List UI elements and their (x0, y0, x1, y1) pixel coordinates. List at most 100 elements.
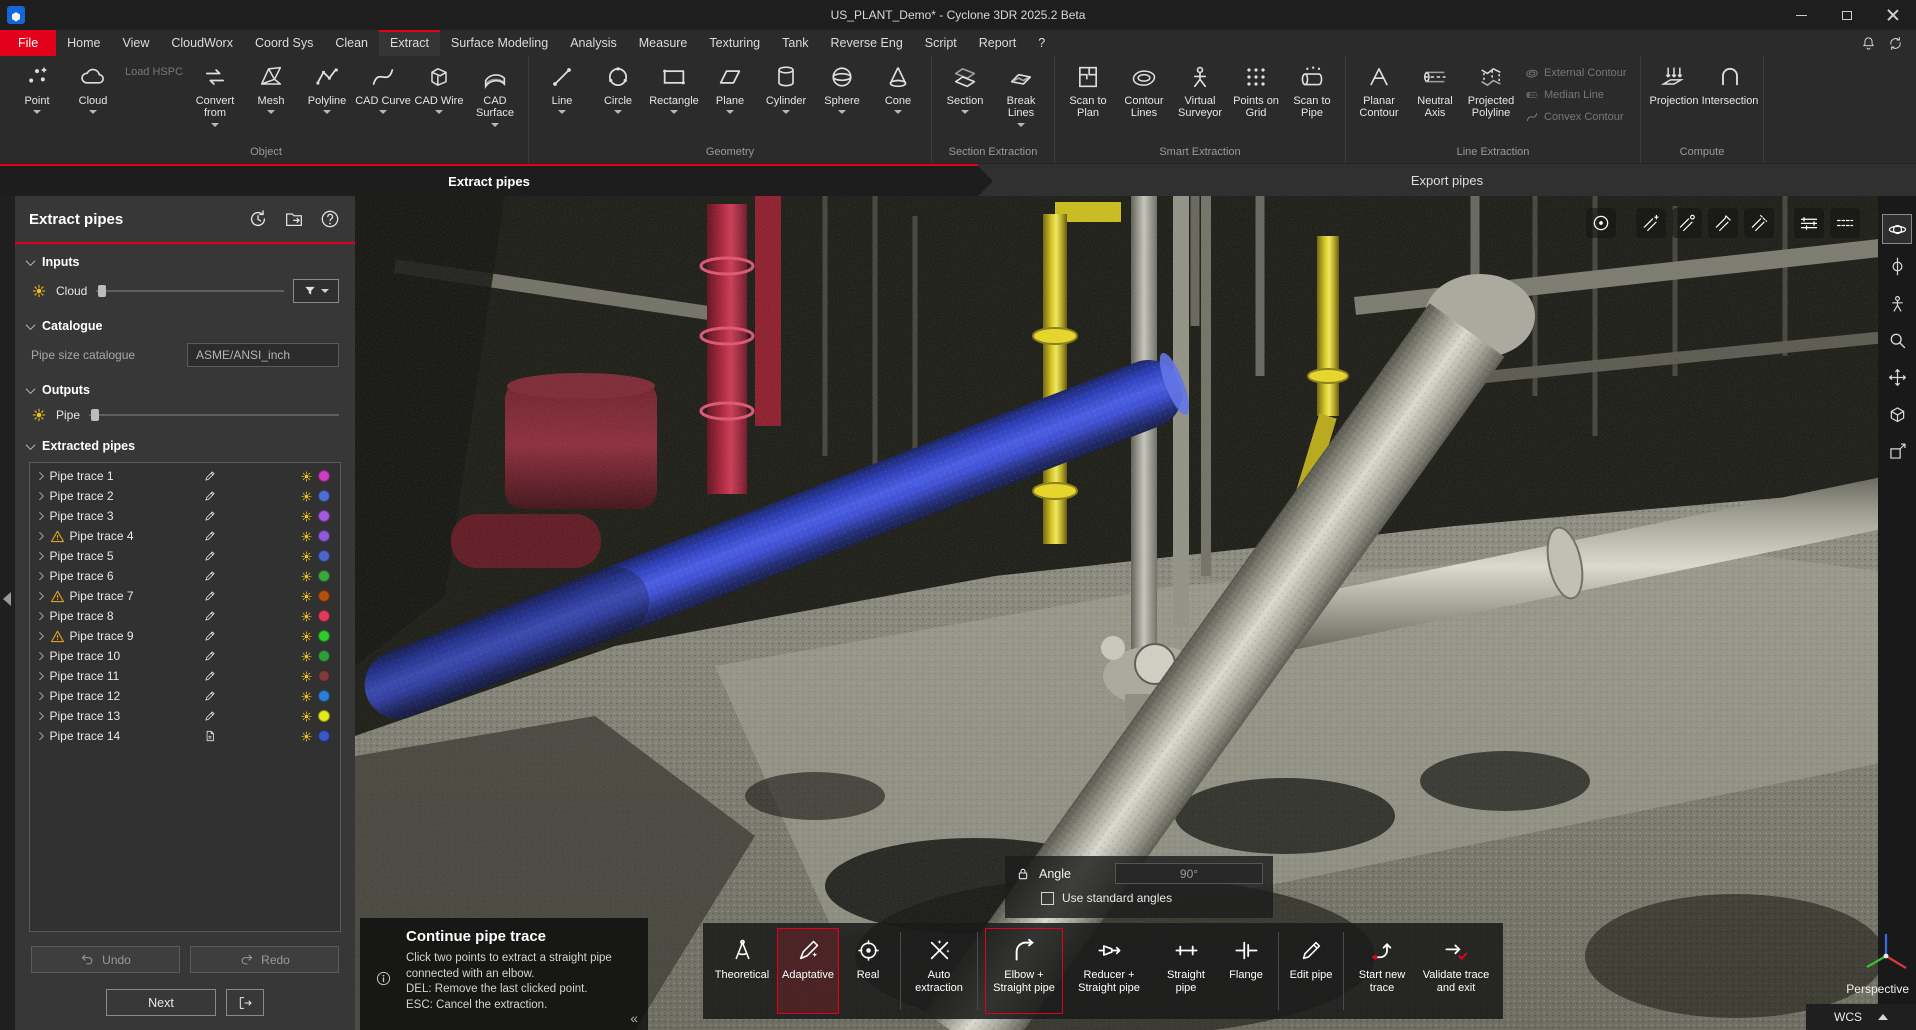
tab-coord-sys[interactable]: Coord Sys (244, 30, 324, 56)
circle-button[interactable]: Circle (590, 56, 646, 143)
color-swatch[interactable] (318, 690, 330, 702)
pencil-icon[interactable] (203, 649, 217, 663)
elbow-straight-pipe-button[interactable]: Elbow + Straight pipe (985, 928, 1063, 1014)
cloud-opacity-slider[interactable] (96, 283, 284, 299)
tab-measure[interactable]: Measure (628, 30, 699, 56)
extracted-pipes-list[interactable]: Pipe trace 1 Pipe trace 2 Pipe trace 3 P… (29, 462, 341, 932)
tab-script[interactable]: Script (914, 30, 968, 56)
pipe-trace-row[interactable]: Pipe trace 1 (30, 466, 340, 486)
lock-icon[interactable] (1015, 866, 1031, 882)
rectangle-button[interactable]: Rectangle (646, 56, 702, 143)
workflow-stage-export-pipes[interactable]: Export pipes (978, 164, 1916, 196)
pencil-icon[interactable] (203, 589, 217, 603)
next-button[interactable]: Next (106, 989, 216, 1016)
color-swatch[interactable] (318, 470, 330, 482)
visibility-bulb-icon[interactable] (300, 610, 313, 623)
external-contour-button[interactable]: External Contour (1525, 66, 1633, 80)
color-swatch[interactable] (318, 490, 330, 502)
visibility-bulb-icon[interactable] (300, 710, 313, 723)
cad-surface-button[interactable]: CAD Surface (467, 56, 523, 143)
first-person-tool[interactable] (1882, 288, 1912, 318)
pencil-icon[interactable] (203, 569, 217, 583)
pipe-trace-row[interactable]: Pipe trace 6 (30, 566, 340, 586)
reducer-straight-pipe-button[interactable]: Reducer + Straight pipe (1067, 928, 1151, 1014)
color-swatch[interactable] (318, 670, 330, 682)
pipe-trace-row[interactable]: Pipe trace 7 (30, 586, 340, 606)
expand-chevron-icon[interactable] (36, 632, 44, 640)
tab-home[interactable]: Home (56, 30, 111, 56)
points-on-grid-button[interactable]: Points on Grid (1228, 56, 1284, 143)
virtual-surveyor-button[interactable]: Virtual Surveyor (1172, 56, 1228, 143)
panel-collapse-arrow[interactable] (3, 592, 11, 606)
tab-report[interactable]: Report (968, 30, 1028, 56)
section-extracted-pipes[interactable]: Extracted pipes (15, 428, 355, 458)
expand-chevron-icon[interactable] (36, 672, 44, 680)
pipe-opacity-slider[interactable] (89, 407, 339, 423)
undo-button[interactable]: Undo (31, 946, 180, 973)
sync-icon[interactable] (1887, 35, 1904, 52)
exit-workflow-button[interactable] (226, 989, 264, 1016)
pipe-trace-row[interactable]: Pipe trace 13 (30, 706, 340, 726)
visibility-bulb-icon[interactable] (300, 490, 313, 503)
convex-contour-button[interactable]: Convex Contour (1525, 110, 1633, 124)
tab-surface-modeling[interactable]: Surface Modeling (440, 30, 559, 56)
pipe-preview-toggle[interactable] (1744, 208, 1774, 238)
coordinate-system-selector[interactable]: WCS (1806, 1004, 1916, 1030)
contour-lines-button[interactable]: Contour Lines (1116, 56, 1172, 143)
export-folder-icon[interactable] (283, 208, 305, 230)
notifications-bell-icon[interactable] (1860, 35, 1877, 52)
straight-pipe-button[interactable]: Straight pipe (1155, 928, 1217, 1014)
target-mode-button[interactable] (1586, 208, 1616, 238)
visibility-bulb-icon[interactable] (300, 550, 313, 563)
visibility-bulb-icon[interactable] (31, 407, 47, 423)
redo-button[interactable]: Redo (190, 946, 339, 973)
planar-contour-button[interactable]: Planar Contour (1351, 56, 1407, 143)
help-icon[interactable] (319, 208, 341, 230)
section-catalogue[interactable]: Catalogue (15, 308, 355, 338)
clipping-box-tool[interactable] (1882, 436, 1912, 466)
load-hspc-button[interactable]: Load HSPC (125, 66, 183, 78)
cloud-button[interactable]: Cloud (65, 56, 121, 143)
tab-help[interactable]: ? (1027, 30, 1056, 56)
scan-to-pipe-button[interactable]: Scan to Pipe (1284, 56, 1340, 143)
visibility-bulb-icon[interactable] (300, 670, 313, 683)
cylinder-button[interactable]: Cylinder (758, 56, 814, 143)
expand-chevron-icon[interactable] (36, 572, 44, 580)
convert-from-button[interactable]: Convert from (187, 56, 243, 143)
workflow-stage-extract-pipes[interactable]: Extract pipes (0, 164, 978, 196)
pencil-icon[interactable] (203, 549, 217, 563)
orbit-tool[interactable] (1882, 214, 1912, 244)
visibility-bulb-icon[interactable] (300, 530, 313, 543)
pipe-detect-toggle[interactable] (1636, 208, 1666, 238)
line-button[interactable]: Line (534, 56, 590, 143)
expand-chevron-icon[interactable] (36, 472, 44, 480)
view-cube-tool[interactable] (1882, 399, 1912, 429)
intersection-button[interactable]: Intersection (1702, 56, 1758, 143)
tab-clean[interactable]: Clean (324, 30, 379, 56)
pipe-trace-row[interactable]: Pipe trace 3 (30, 506, 340, 526)
visibility-bulb-icon[interactable] (300, 730, 313, 743)
pipe-trace-row[interactable]: Pipe trace 4 (30, 526, 340, 546)
plane-button[interactable]: Plane (702, 56, 758, 143)
visibility-bulb-icon[interactable] (300, 510, 313, 523)
color-swatch[interactable] (318, 650, 330, 662)
angle-input[interactable] (1115, 863, 1263, 884)
tab-analysis[interactable]: Analysis (559, 30, 628, 56)
start-new-trace-button[interactable]: Start new trace (1351, 928, 1413, 1014)
visibility-bulb-icon[interactable] (300, 590, 313, 603)
color-swatch[interactable] (318, 730, 330, 742)
pipe-edit-toggle[interactable] (1708, 208, 1738, 238)
expand-chevron-icon[interactable] (36, 592, 44, 600)
cloud-filter-button[interactable] (293, 279, 339, 303)
section-inputs[interactable]: Inputs (15, 244, 355, 274)
polyline-button[interactable]: Polyline (299, 56, 355, 143)
tab-cloudworx[interactable]: CloudWorx (160, 30, 244, 56)
pencil-icon[interactable] (203, 709, 217, 723)
color-swatch[interactable] (318, 610, 330, 622)
pipe-trace-row[interactable]: Pipe trace 11 (30, 666, 340, 686)
zoom-tool[interactable] (1882, 325, 1912, 355)
slider-handle[interactable] (91, 409, 99, 421)
projection-mode-label[interactable]: Perspective (1846, 982, 1909, 996)
pencil-icon[interactable] (203, 689, 217, 703)
pencil-icon[interactable] (203, 489, 217, 503)
